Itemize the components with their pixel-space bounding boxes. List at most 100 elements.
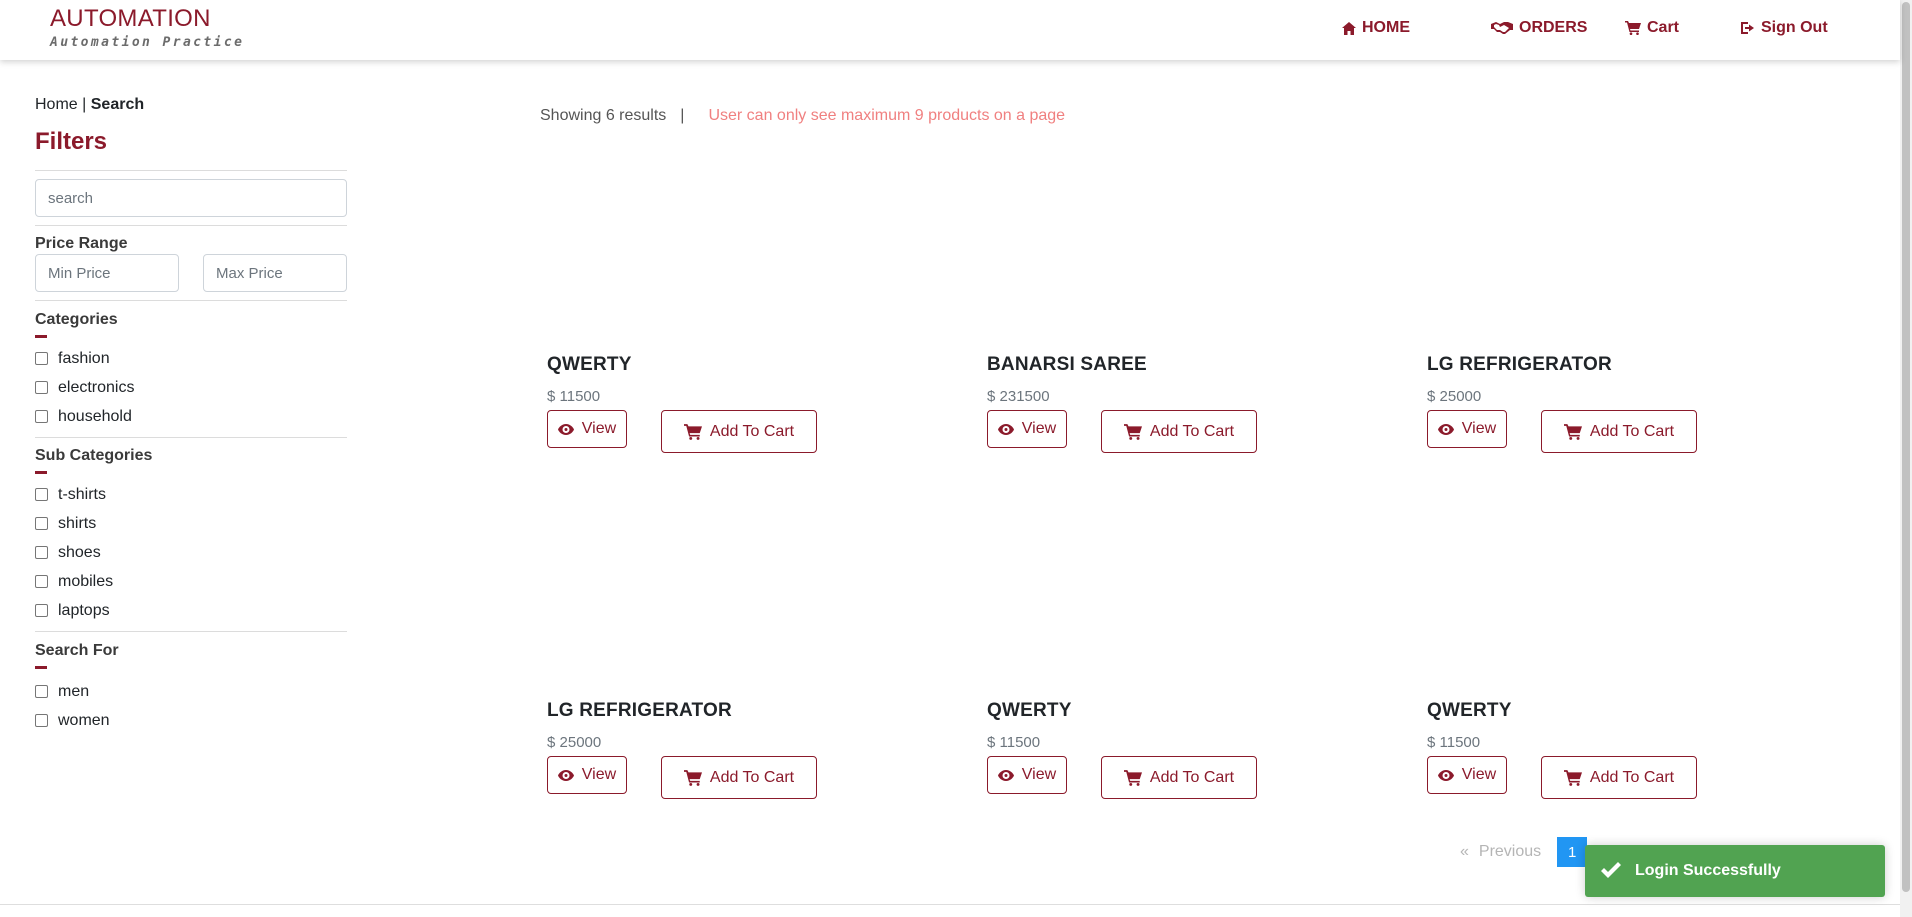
min-price-input[interactable]: Min Price xyxy=(35,254,179,292)
subcategory-option[interactable]: t-shirts xyxy=(35,480,347,509)
eye-icon xyxy=(1437,423,1454,435)
results-info: Showing 6 results | User can only see ma… xyxy=(540,107,1065,125)
subcategory-label: laptops xyxy=(58,601,110,619)
eye-icon xyxy=(557,423,574,435)
nav-cart-link[interactable]: Cart xyxy=(1625,19,1679,37)
add-to-cart-label: Add To Cart xyxy=(709,422,795,440)
product-card: BANARSI SAREE $ 231500 View Add To Cart xyxy=(987,354,1307,453)
cart-icon xyxy=(1625,21,1641,35)
add-to-cart-button[interactable]: Add To Cart xyxy=(1541,756,1697,799)
view-button[interactable]: View xyxy=(547,756,627,794)
pagination: « Previous 1 xyxy=(1460,837,1588,867)
add-to-cart-label: Add To Cart xyxy=(1149,422,1235,440)
checkbox[interactable] xyxy=(35,488,48,501)
product-price: $ 25000 xyxy=(547,734,602,751)
section-underline xyxy=(35,666,47,669)
checkbox[interactable] xyxy=(35,381,48,394)
checkbox[interactable] xyxy=(35,714,48,727)
view-button[interactable]: View xyxy=(547,410,627,448)
search-for-title: Search For xyxy=(35,642,119,659)
nav-home-label: HOME xyxy=(1362,19,1410,36)
nav-signout-link[interactable]: Sign Out xyxy=(1741,19,1828,37)
eye-icon xyxy=(997,423,1014,435)
eye-icon xyxy=(1437,769,1454,781)
product-name: QWERTY xyxy=(1427,700,1512,721)
breadcrumb: Home | Search xyxy=(35,96,347,114)
product-name: BANARSI SAREE xyxy=(987,354,1147,375)
brand-subtitle: Automation Practice xyxy=(50,35,245,50)
view-button[interactable]: View xyxy=(1427,756,1507,794)
product-price: $ 11500 xyxy=(547,388,601,405)
cart-icon xyxy=(1123,423,1142,440)
search-for-option[interactable]: men xyxy=(35,677,347,706)
max-price-input[interactable]: Max Price xyxy=(203,254,347,292)
cart-icon xyxy=(1123,769,1142,786)
section-underline xyxy=(35,335,47,338)
view-button[interactable]: View xyxy=(987,410,1067,448)
product-card: QWERTY $ 11500 View Add To Cart xyxy=(547,354,867,453)
subcategory-label: shoes xyxy=(58,543,101,561)
subcategories-title: Sub Categories xyxy=(35,447,153,464)
cart-icon xyxy=(1563,769,1582,786)
category-option[interactable]: electronics xyxy=(35,373,347,402)
view-button[interactable]: View xyxy=(1427,410,1507,448)
nav-home-link[interactable]: HOME xyxy=(1342,19,1410,37)
search-input[interactable]: search xyxy=(35,179,347,217)
subcategory-option[interactable]: shoes xyxy=(35,538,347,567)
subcategory-label: mobiles xyxy=(58,572,114,590)
checkbox[interactable] xyxy=(35,517,48,530)
search-for-list: men women xyxy=(35,677,347,735)
price-range-inputs: Min Price Max Price xyxy=(35,254,347,292)
add-to-cart-button[interactable]: Add To Cart xyxy=(1101,756,1257,799)
brand-title: AUTOMATION xyxy=(50,5,211,32)
nav-signout-label: Sign Out xyxy=(1761,19,1828,36)
results-separator: | xyxy=(680,107,685,124)
category-option[interactable]: household xyxy=(35,402,347,431)
page-scrollbar[interactable] xyxy=(1900,0,1912,917)
breadcrumb-current: Search xyxy=(90,96,145,113)
search-for-label: men xyxy=(58,682,90,700)
section-underline xyxy=(35,471,47,474)
category-option[interactable]: fashion xyxy=(35,344,347,373)
checkbox[interactable] xyxy=(35,352,48,365)
price-range-label: Price Range xyxy=(35,235,128,252)
prev-arrow: « xyxy=(1460,843,1469,860)
nav-orders-label: ORDERS xyxy=(1519,19,1588,36)
breadcrumb-home[interactable]: Home xyxy=(35,96,78,113)
previous-page-link[interactable]: « Previous xyxy=(1460,843,1541,861)
checkbox[interactable] xyxy=(35,575,48,588)
product-price: $ 11500 xyxy=(987,734,1041,751)
view-button[interactable]: View xyxy=(987,756,1067,794)
subcategory-option[interactable]: mobiles xyxy=(35,567,347,596)
brand-logo[interactable]: AUTOMATION Automation Practice xyxy=(50,5,245,51)
login-success-toast[interactable]: Login Successfully xyxy=(1585,845,1885,897)
divider xyxy=(35,225,347,226)
filters-sidebar: Home | Search Filters search Price Range… xyxy=(35,96,347,735)
checkbox[interactable] xyxy=(35,604,48,617)
results-note: User can only see maximum 9 products on … xyxy=(708,107,1066,124)
add-to-cart-button[interactable]: Add To Cart xyxy=(661,410,817,453)
checkbox[interactable] xyxy=(35,685,48,698)
product-name: QWERTY xyxy=(547,354,632,375)
view-label: View xyxy=(1461,420,1497,437)
view-label: View xyxy=(1021,766,1057,783)
subcategory-option[interactable]: shirts xyxy=(35,509,347,538)
add-to-cart-label: Add To Cart xyxy=(709,768,795,786)
nav-cart-label: Cart xyxy=(1647,19,1680,36)
checkbox[interactable] xyxy=(35,546,48,559)
page-number-current[interactable]: 1 xyxy=(1557,837,1588,867)
add-to-cart-button[interactable]: Add To Cart xyxy=(1541,410,1697,453)
search-for-option[interactable]: women xyxy=(35,706,347,735)
product-card: QWERTY $ 11500 View Add To Cart xyxy=(1427,700,1747,799)
check-icon xyxy=(1601,862,1621,878)
scrollbar-thumb[interactable] xyxy=(1902,2,1910,892)
subcategory-label: t-shirts xyxy=(58,485,106,503)
add-to-cart-button[interactable]: Add To Cart xyxy=(661,756,817,799)
nav-orders-link[interactable]: ORDERS xyxy=(1491,19,1587,37)
subcategory-option[interactable]: laptops xyxy=(35,596,347,625)
footer-divider xyxy=(0,904,1900,905)
divider xyxy=(35,170,347,171)
add-to-cart-button[interactable]: Add To Cart xyxy=(1101,410,1257,453)
checkbox[interactable] xyxy=(35,410,48,423)
category-label: fashion xyxy=(58,349,110,367)
